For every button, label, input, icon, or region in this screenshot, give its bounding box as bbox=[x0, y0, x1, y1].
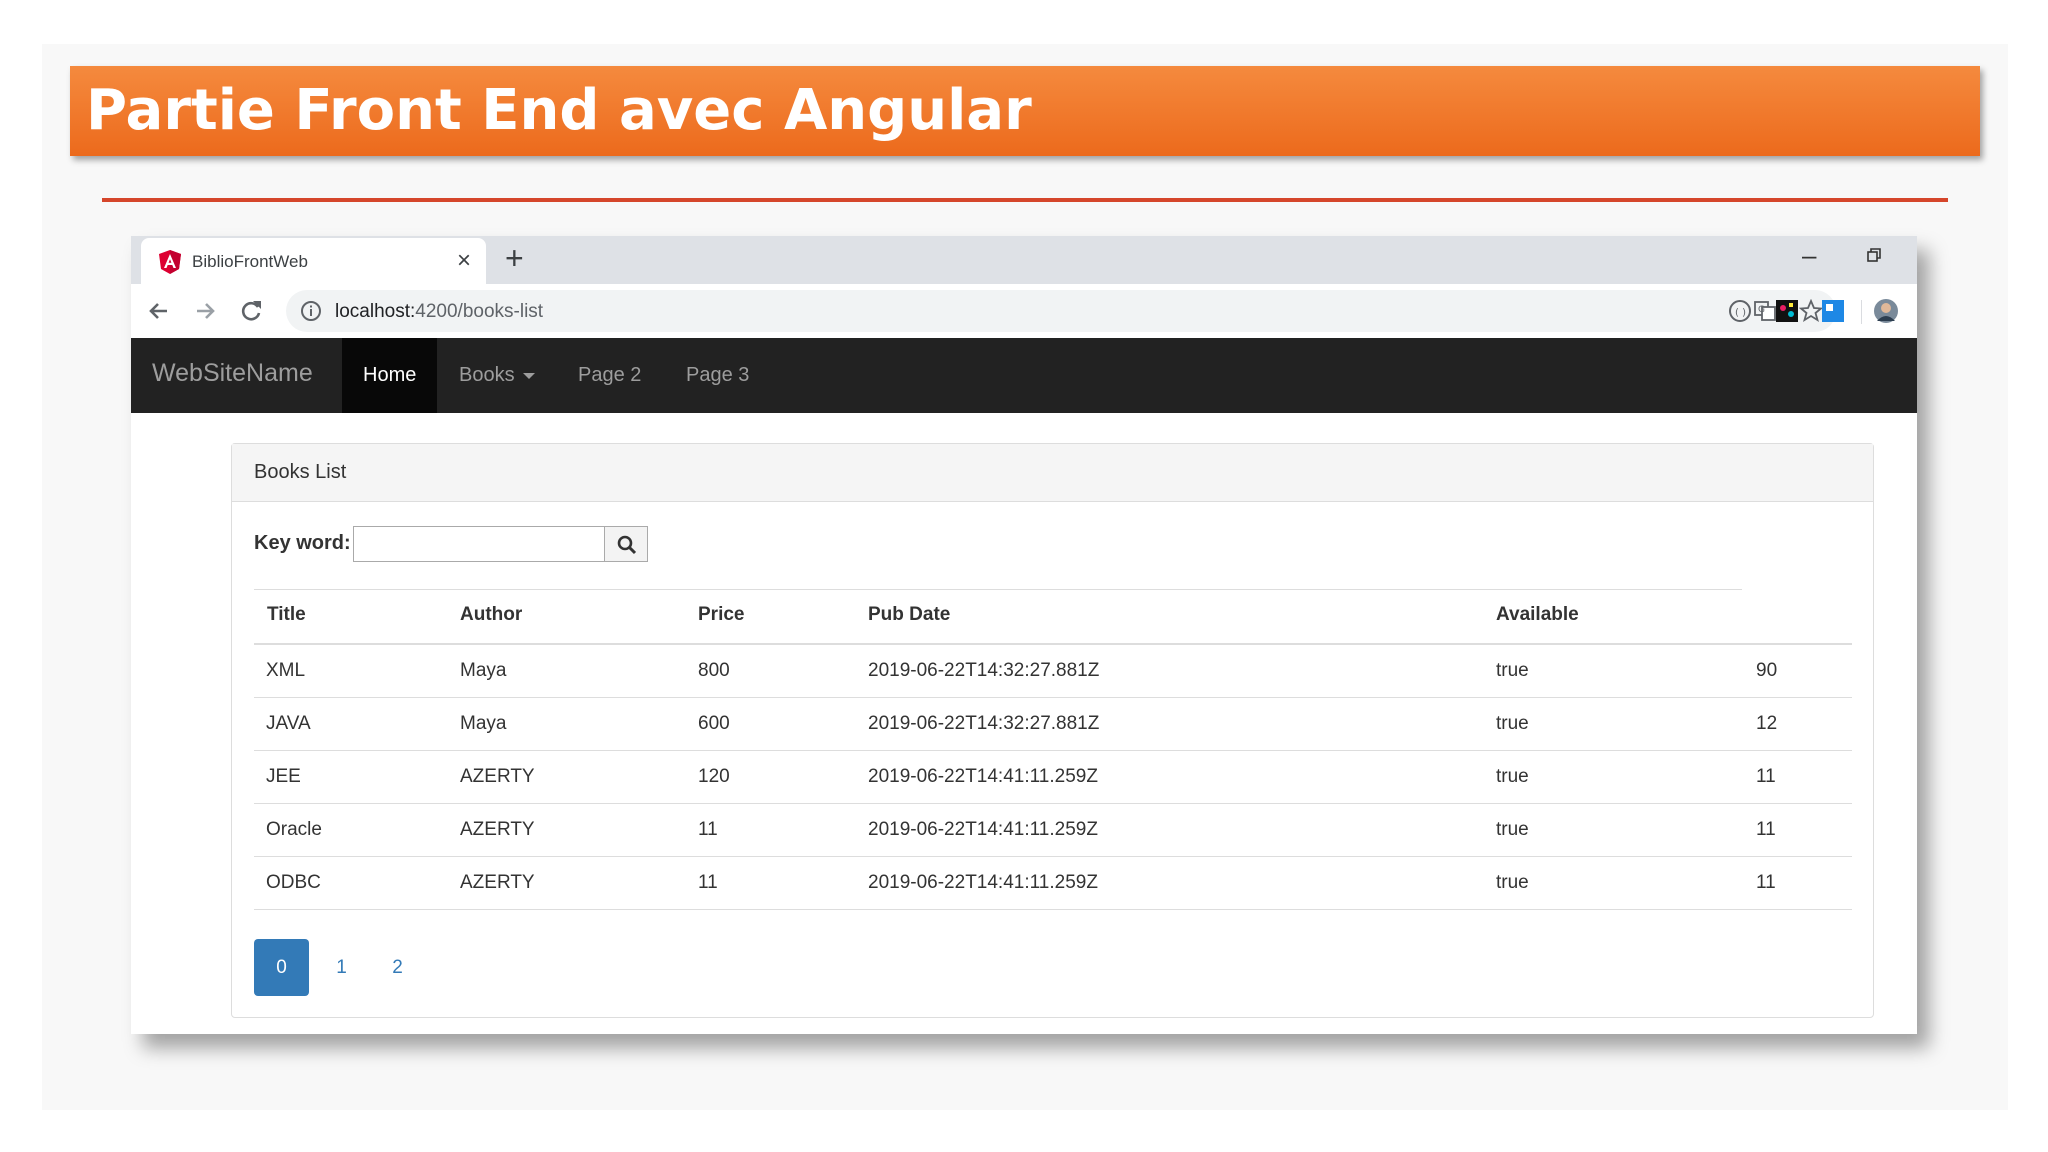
address-bar[interactable]: localhost:4200/books-list G bbox=[286, 290, 1836, 332]
svg-text:( ): ( ) bbox=[1735, 308, 1746, 319]
cell-title: JEE bbox=[266, 766, 301, 787]
cell-title: Oracle bbox=[266, 819, 322, 840]
header-price: Price bbox=[698, 604, 745, 625]
extension-icon[interactable]: ( ) bbox=[1727, 298, 1753, 324]
table-row: ODBC AZERTY 11 2019-06-22T14:41:11.259Z true… bbox=[254, 857, 1852, 910]
table-row: XML Maya 800 2019-06-22T14:32:27.881Z true 90 bbox=[254, 645, 1852, 698]
cell-author: AZERTY bbox=[460, 766, 535, 787]
cell-price: 600 bbox=[698, 713, 730, 734]
nav-books-dropdown[interactable]: Books bbox=[459, 338, 535, 413]
info-icon[interactable] bbox=[300, 300, 322, 322]
cell-author: AZERTY bbox=[460, 819, 535, 840]
search-button[interactable] bbox=[604, 526, 648, 562]
tab-title: BiblioFrontWeb bbox=[192, 252, 308, 271]
forward-icon[interactable] bbox=[191, 297, 219, 325]
cell-price: 11 bbox=[698, 819, 718, 840]
cell-pub-date: 2019-06-22T14:41:11.259Z bbox=[868, 819, 1098, 840]
nav-home[interactable]: Home bbox=[342, 338, 438, 413]
cell-pub-date: 2019-06-22T14:32:27.881Z bbox=[868, 713, 1100, 734]
caret-down-icon bbox=[522, 372, 535, 379]
header-title: Title bbox=[267, 604, 306, 625]
title-banner: Partie Front End avec Angular bbox=[70, 66, 1980, 156]
cell-pub-date: 2019-06-22T14:41:11.259Z bbox=[868, 766, 1098, 787]
keyword-label: Key word: bbox=[254, 532, 351, 554]
cell-price: 11 bbox=[698, 872, 718, 893]
header-available: Available bbox=[1496, 604, 1579, 625]
panel-title: Books List bbox=[254, 461, 347, 483]
toolbar-separator bbox=[1861, 300, 1862, 324]
table-top-border bbox=[254, 589, 1742, 590]
keyword-input[interactable] bbox=[353, 526, 605, 562]
cell-pub-date: 2019-06-22T14:41:11.259Z bbox=[868, 872, 1098, 893]
search-icon bbox=[617, 535, 637, 555]
cell-quantity: 11 bbox=[1756, 819, 1776, 840]
site-navbar: WebSiteName Home Books Page 2 Page 3 bbox=[131, 338, 1917, 413]
header-pub-date: Pub Date bbox=[868, 604, 951, 625]
cell-price: 120 bbox=[698, 766, 730, 787]
panel-heading: Books List bbox=[232, 444, 1873, 502]
cell-author: AZERTY bbox=[460, 872, 535, 893]
nav-books-label: Books bbox=[459, 364, 515, 386]
cell-title: XML bbox=[266, 660, 306, 681]
page-link-1[interactable]: 1 bbox=[314, 939, 369, 996]
browser-toolbar: localhost:4200/books-list G ( ) bbox=[131, 284, 1917, 338]
avatar[interactable] bbox=[1873, 298, 1899, 324]
site-brand[interactable]: WebSiteName bbox=[152, 359, 313, 388]
extension-icon[interactable] bbox=[1774, 298, 1800, 324]
title-divider bbox=[102, 198, 1948, 202]
browser-tab[interactable]: BiblioFrontWeb × bbox=[141, 238, 486, 284]
reload-icon[interactable] bbox=[237, 297, 265, 325]
cell-pub-date: 2019-06-22T14:32:27.881Z bbox=[868, 660, 1100, 681]
tab-strip: BiblioFrontWeb × + – bbox=[131, 236, 1917, 284]
cell-price: 800 bbox=[698, 660, 730, 681]
nav-page-3[interactable]: Page 3 bbox=[686, 338, 749, 413]
table-row: Oracle AZERTY 11 2019-06-22T14:41:11.259Z tr… bbox=[254, 804, 1852, 857]
angular-icon bbox=[159, 250, 181, 274]
back-icon[interactable] bbox=[145, 297, 173, 325]
minimize-icon[interactable]: – bbox=[1802, 240, 1816, 271]
svg-text:G: G bbox=[1758, 305, 1765, 315]
plus-icon[interactable]: + bbox=[505, 240, 524, 277]
cell-available: true bbox=[1496, 872, 1529, 893]
url-path: 4200/books-list bbox=[415, 301, 544, 322]
cell-author: Maya bbox=[460, 660, 507, 681]
cell-quantity: 11 bbox=[1756, 766, 1776, 787]
books-panel: Books List Key word: Title Author Price … bbox=[231, 443, 1874, 1018]
cell-quantity: 12 bbox=[1756, 713, 1778, 734]
cell-quantity: 11 bbox=[1756, 872, 1776, 893]
cell-title: JAVA bbox=[266, 713, 311, 734]
page-link-0[interactable]: 0 bbox=[254, 939, 309, 996]
cell-author: Maya bbox=[460, 713, 507, 734]
url-text[interactable]: localhost:4200/books-list bbox=[335, 301, 543, 323]
cell-quantity: 90 bbox=[1756, 660, 1778, 681]
close-icon[interactable]: × bbox=[457, 247, 471, 275]
url-host: localhost: bbox=[335, 301, 416, 322]
browser-window: BiblioFrontWeb × + – localhost:4200/book bbox=[131, 236, 1917, 1034]
page-link-2[interactable]: 2 bbox=[370, 939, 425, 996]
extension-icon[interactable] bbox=[1820, 298, 1846, 324]
nav-page-2[interactable]: Page 2 bbox=[578, 338, 641, 413]
cell-available: true bbox=[1496, 819, 1529, 840]
cell-available: true bbox=[1496, 766, 1529, 787]
header-author: Author bbox=[460, 604, 523, 625]
restore-icon[interactable] bbox=[1867, 248, 1881, 262]
cell-available: true bbox=[1496, 713, 1529, 734]
cell-title: ODBC bbox=[266, 872, 321, 893]
table-row: JAVA Maya 600 2019-06-22T14:32:27.881Z true 1… bbox=[254, 698, 1852, 751]
table-row: JEE AZERTY 120 2019-06-22T14:41:11.259Z true… bbox=[254, 751, 1852, 804]
slide-title: Partie Front End avec Angular bbox=[86, 78, 1032, 143]
cell-available: true bbox=[1496, 660, 1529, 681]
